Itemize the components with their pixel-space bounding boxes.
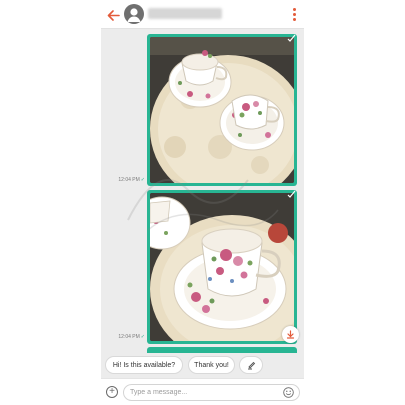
image-message[interactable] bbox=[147, 190, 297, 344]
avatar[interactable] bbox=[124, 4, 144, 24]
quick-reply-chip[interactable]: Thank you! bbox=[188, 356, 235, 374]
download-button[interactable] bbox=[282, 326, 299, 343]
add-attachment-button[interactable]: + bbox=[106, 386, 118, 398]
message-input[interactable] bbox=[123, 384, 300, 401]
teacup-photo[interactable] bbox=[150, 193, 294, 341]
composer-bar: + bbox=[101, 378, 304, 405]
edit-quick-reply-button[interactable] bbox=[239, 356, 263, 374]
menu-dot bbox=[292, 13, 296, 16]
double-check-icon: ✓ bbox=[140, 177, 145, 183]
more-vertical-icon bbox=[292, 8, 296, 11]
contact-name-redacted[interactable] bbox=[148, 8, 222, 19]
emoji-icon[interactable] bbox=[283, 387, 294, 398]
image-message-partial[interactable] bbox=[147, 347, 297, 353]
edit-icon bbox=[247, 361, 255, 369]
chat-header bbox=[101, 0, 304, 29]
more-options-button[interactable] bbox=[290, 6, 298, 23]
image-message[interactable] bbox=[147, 34, 297, 186]
message-timestamp: 12:04 PM ✓ bbox=[101, 177, 145, 183]
chat-screen: 12:04 PM ✓ 12:04 PM ✓ bbox=[101, 0, 304, 405]
double-check-icon bbox=[287, 190, 296, 198]
teacup-photo-image bbox=[150, 37, 294, 183]
double-check-icon bbox=[287, 34, 296, 42]
avatar-icon bbox=[127, 8, 141, 22]
download-icon bbox=[286, 330, 295, 339]
timestamp-text: 12:04 PM bbox=[118, 177, 140, 183]
back-button[interactable] bbox=[105, 7, 121, 23]
teacup-photo-image bbox=[150, 193, 294, 341]
add-icon: + bbox=[109, 386, 115, 397]
back-arrow-icon bbox=[107, 9, 120, 21]
menu-dot bbox=[292, 18, 296, 21]
double-check-icon: ✓ bbox=[140, 334, 145, 340]
teacup-photo[interactable] bbox=[150, 37, 294, 183]
timestamp-text: 12:04 PM bbox=[118, 334, 140, 340]
message-timestamp: 12:04 PM ✓ bbox=[101, 334, 145, 340]
quick-replies: Hi! Is this available? Thank you! bbox=[101, 356, 304, 376]
quick-reply-chip[interactable]: Hi! Is this available? bbox=[105, 356, 183, 374]
